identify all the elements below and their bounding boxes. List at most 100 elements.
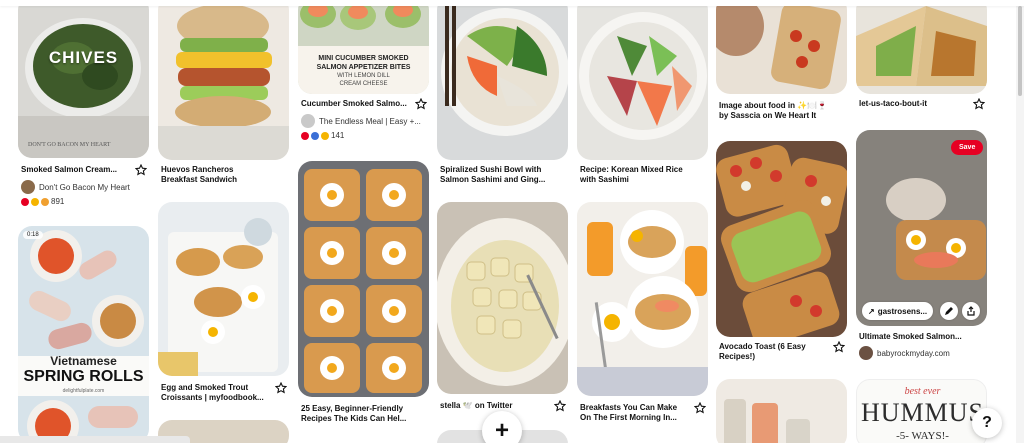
pin-title-sushi-2[interactable]: Salmon Sashimi and Ging...: [440, 175, 550, 185]
star-icon[interactable]: [694, 402, 706, 414]
pin-author-cucumber[interactable]: The Endless Meal | Easy +...: [301, 114, 421, 128]
star-icon[interactable]: [415, 98, 427, 110]
pin-title-trout-2[interactable]: Croissants | myfoodbook...: [161, 393, 271, 403]
heart-reaction-icon: [301, 131, 309, 140]
scrollbar-thumb[interactable]: [1018, 6, 1022, 96]
save-button[interactable]: Save: [951, 140, 984, 155]
share-icon: [967, 306, 975, 316]
reaction-row: 141: [301, 131, 344, 140]
cucumber-overlay-2: SALMON APPETIZER BITES: [316, 64, 411, 71]
drinks-image: [716, 379, 847, 443]
author-name: The Endless Meal | Easy +...: [319, 116, 421, 126]
pin-image-huevos[interactable]: [158, 0, 289, 160]
taco-image: [856, 0, 987, 94]
video-duration-badge: 0:18: [23, 231, 43, 239]
pin-image-avocado[interactable]: [716, 141, 847, 337]
status-bar: [0, 436, 190, 443]
pin-image-trout[interactable]: [158, 202, 289, 376]
pencil-icon: [945, 307, 953, 315]
spring-rolls-source: delightfulplate.com: [62, 388, 105, 394]
pin-image-heart[interactable]: [716, 0, 847, 94]
pin-image-cucumber[interactable]: MINI CUCUMBER SMOKED SALMON APPETIZER BI…: [298, 0, 429, 94]
hummus-line3: -5- WAYS!-: [896, 430, 949, 442]
pin-image-breakfast[interactable]: [577, 202, 708, 396]
pin-image-drinks[interactable]: [716, 379, 847, 443]
star-icon[interactable]: [275, 382, 287, 394]
pin-title-korean-1[interactable]: Recipe: Korean Mixed Rice: [580, 165, 690, 175]
star-icon[interactable]: [554, 400, 566, 412]
svg-text:DON'T GO BACON MY HEART: DON'T GO BACON MY HEART: [28, 142, 111, 148]
pin-image-hummus[interactable]: best ever HUMMUS -5- WAYS!-: [856, 379, 987, 443]
star-icon[interactable]: [973, 98, 985, 110]
pin-image-korean[interactable]: [577, 0, 708, 160]
avatar: [859, 346, 873, 360]
pin-image-spring-rolls[interactable]: 0:18 Vietnamese SPRING ROLLS delightfulp…: [18, 226, 149, 443]
ultimate-image: [856, 130, 987, 326]
korean-image: [577, 0, 708, 160]
scrollbar[interactable]: [1016, 0, 1024, 443]
share-button[interactable]: [962, 302, 980, 320]
thumbs-reaction-icon: [311, 131, 319, 140]
pin-author-ultimate[interactable]: babyrockmyday.com: [859, 346, 950, 360]
chives-image: DON'T GO BACON MY HEART: [18, 0, 149, 158]
pin-title-toast-2[interactable]: Recipes The Kids Can Hel...: [301, 414, 411, 424]
cucumber-overlay-4: CREAM CHEESE: [339, 81, 388, 87]
pin-title-korean-2[interactable]: with Sashimi: [580, 175, 690, 185]
author-name: babyrockmyday.com: [877, 348, 950, 358]
pin-image-ultimate[interactable]: Save ↗ gastrosens...: [856, 130, 987, 326]
star-icon[interactable]: [833, 341, 845, 353]
hummus-line2: HUMMUS: [860, 398, 985, 427]
pin-title-cucumber[interactable]: Cucumber Smoked Salmo...: [301, 99, 411, 109]
trout-image: [158, 202, 289, 376]
heart-reaction-icon: [21, 197, 29, 206]
pin-image-taco[interactable]: [856, 0, 987, 94]
pin-title-ultimate[interactable]: Ultimate Smoked Salmon...: [859, 332, 969, 342]
pin-author-chives[interactable]: Don't Go Bacon My Heart: [21, 180, 130, 194]
spring-rolls-overlay-line1: Vietnamese: [50, 354, 117, 368]
pin-image-ravioli[interactable]: [437, 202, 568, 394]
pin-image-sushi[interactable]: [437, 0, 568, 160]
pin-title-trout-1[interactable]: Egg and Smoked Trout: [161, 383, 271, 393]
hummus-line1: best ever: [904, 386, 941, 397]
top-bar: [0, 0, 1024, 6]
pin-title-sushi-1[interactable]: Spiralized Sushi Bowl with: [440, 165, 550, 175]
spring-rolls-overlay-line2: SPRING ROLLS: [23, 368, 144, 385]
toast-image: [298, 161, 429, 397]
pin-title-ravioli[interactable]: stella 🕊️ on Twitter: [440, 401, 550, 411]
reaction-count: 141: [331, 131, 345, 140]
arrow-up-right-icon: ↗: [868, 306, 875, 316]
help-button[interactable]: ?: [972, 408, 1002, 438]
pin-title-heart-2[interactable]: by Sasscia on We Heart It: [719, 111, 829, 121]
spring-rolls-image: [18, 226, 149, 443]
pin-title-breakfast-2[interactable]: On The First Morning In...: [580, 413, 690, 423]
cucumber-image: [298, 0, 429, 94]
cucumber-overlay-3: WITH LEMON DILL: [337, 73, 390, 79]
edit-button[interactable]: [940, 302, 958, 320]
pin-title-heart-1[interactable]: Image about food in ✨🍽️🍷: [719, 101, 829, 111]
huevos-image: [158, 0, 289, 160]
pin-image-toast[interactable]: [298, 161, 429, 397]
cucumber-overlay-1: MINI CUCUMBER SMOKED: [318, 55, 409, 62]
source-link-button[interactable]: ↗ gastrosens...: [862, 302, 934, 320]
love-reaction-icon: [41, 197, 49, 206]
star-icon[interactable]: [135, 164, 147, 176]
source-link-label: gastrosens...: [877, 306, 928, 316]
heart-image: [716, 0, 847, 94]
pin-title-toast-1[interactable]: 25 Easy, Beginner-Friendly: [301, 404, 411, 414]
pin-title-breakfast-1[interactable]: Breakfasts You Can Make: [580, 403, 690, 413]
pin-image-chives[interactable]: DON'T GO BACON MY HEART CHIVES: [18, 0, 149, 158]
avatar: [21, 180, 35, 194]
pin-title-chives[interactable]: Smoked Salmon Cream...: [21, 165, 131, 175]
pin-title-taco[interactable]: let-us-taco-bout-it: [859, 99, 969, 109]
wow-reaction-icon: [321, 131, 329, 140]
pin-title-avocado-2[interactable]: Recipes!): [719, 352, 829, 362]
avatar: [301, 114, 315, 128]
pin-title-huevos-2[interactable]: Breakfast Sandwich: [161, 175, 271, 185]
author-name: Don't Go Bacon My Heart: [39, 182, 130, 192]
create-button[interactable]: +: [482, 411, 522, 443]
breakfast-image: [577, 202, 708, 396]
pin-title-avocado-1[interactable]: Avocado Toast (6 Easy: [719, 342, 829, 352]
chives-overlay-text: CHIVES: [48, 48, 119, 67]
reaction-count: 891: [51, 197, 65, 206]
pin-title-huevos-1[interactable]: Huevos Rancheros: [161, 165, 271, 175]
